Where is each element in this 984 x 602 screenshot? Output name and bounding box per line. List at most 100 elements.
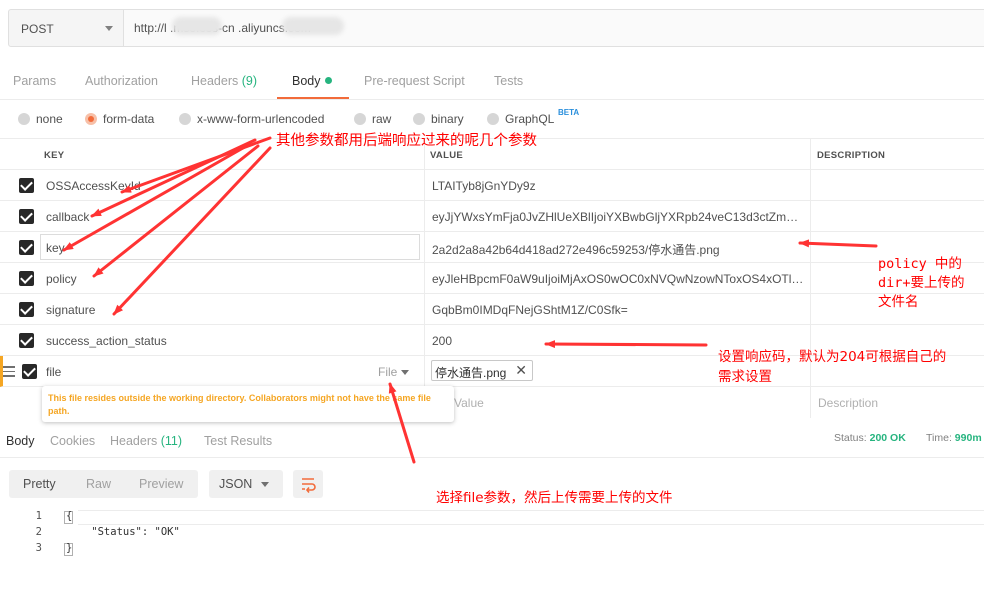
wrap-lines-button[interactable] <box>293 470 323 498</box>
resp-tab-headers[interactable]: Headers (11) <box>110 434 182 448</box>
annotation-policy-1: policy 中的 <box>878 256 962 272</box>
annotation-policy-2: dir+要上传的 <box>878 275 965 291</box>
radio-raw[interactable]: raw <box>354 112 391 126</box>
active-tab-indicator <box>277 97 349 99</box>
chevron-down-icon <box>261 482 269 487</box>
tab-headers[interactable]: Headers (9) <box>191 74 257 88</box>
code-line: } <box>66 542 73 554</box>
resp-tab-headers-label: Headers <box>110 434 158 448</box>
resp-tab-test-results[interactable]: Test Results <box>204 434 272 448</box>
radio-binary-label: binary <box>431 112 464 126</box>
row-key[interactable]: signature <box>46 303 95 317</box>
url-input[interactable]: http://l .ms3.oss-cn .aliyuncs.com <box>124 9 984 47</box>
row-value[interactable]: eyJleHBpcmF0aW9uIjoiMjAxOS0wOC0xNVQwNzow… <box>432 272 804 286</box>
value-placeholder[interactable]: Value <box>454 396 484 410</box>
time-value: 990m <box>954 432 982 444</box>
key-input-focused[interactable] <box>40 234 420 260</box>
checkbox-checked[interactable] <box>19 302 34 317</box>
column-description: DESCRIPTION <box>817 150 886 161</box>
row-value[interactable]: 2a2d2a8a42b64d418ad272e496c59253/停水通告.pn… <box>432 241 804 258</box>
radio-none[interactable]: none <box>18 112 63 126</box>
checkbox-checked[interactable] <box>19 209 34 224</box>
radio-binary[interactable]: binary <box>413 112 464 126</box>
view-pretty[interactable]: Pretty <box>23 477 56 491</box>
description-placeholder[interactable]: Description <box>818 396 878 410</box>
active-dot-icon <box>324 77 332 84</box>
tab-params[interactable]: Params <box>13 74 56 88</box>
radio-form-data[interactable]: form-data <box>85 112 154 126</box>
row-value[interactable]: eyJjYWxsYmFja0JvZHlUeXBlIjoiYXBwbGljYXRp… <box>432 210 804 224</box>
redaction-blur <box>282 17 344 35</box>
request-bar: POST http://l .ms3.oss-cn .aliyuncs.com <box>0 0 984 60</box>
annotation-top: 其他参数都用后端响应过来的呢几个参数 <box>276 133 537 149</box>
checkbox-checked[interactable] <box>22 364 37 379</box>
status-value: 200 OK <box>869 432 906 444</box>
checkbox-checked[interactable] <box>19 240 34 255</box>
code-line: { <box>66 510 73 522</box>
form-data-table: KEY VALUE DESCRIPTION OSSAccessKeyId LTA… <box>0 138 984 418</box>
time-label-text: Time: <box>926 432 952 444</box>
row-value[interactable]: LTAITyb8jGnYDy9z <box>432 179 804 193</box>
radio-icon <box>354 113 366 125</box>
resp-tab-headers-count: (11) <box>160 434 183 448</box>
response-code-view[interactable]: 1 { 2 "Status": "OK" 3 } <box>0 508 984 602</box>
column-divider <box>424 138 425 418</box>
format-select[interactable]: JSON <box>209 470 283 498</box>
annotation-status-2: 需求设置 <box>718 369 772 385</box>
line-number: 2 <box>35 526 42 538</box>
table-row: callback eyJjYWxsYmFja0JvZHlUeXBlIjoiYXB… <box>0 201 984 232</box>
tab-headers-label: Headers <box>191 74 239 88</box>
row-key[interactable]: key <box>46 241 65 255</box>
radio-urlencoded[interactable]: x-www-form-urlencoded <box>179 112 324 126</box>
method-select[interactable]: POST <box>8 9 124 47</box>
drag-handle-icon[interactable] <box>3 366 15 380</box>
annotation-file: 选择file参数，然后上传需要上传的文件 <box>436 490 673 506</box>
resp-tab-cookies[interactable]: Cookies <box>50 434 95 448</box>
row-value[interactable]: GqbBm0IMDqFNejGShtM1Z/C0Sfk= <box>432 303 804 317</box>
chevron-down-icon <box>401 370 409 375</box>
radio-icon <box>179 113 191 125</box>
wrap-lines-icon <box>302 478 316 493</box>
radio-raw-label: raw <box>372 112 392 126</box>
radio-icon <box>18 113 30 125</box>
active-line-highlight <box>78 510 984 525</box>
row-key[interactable]: success_action_status <box>46 334 167 348</box>
column-divider <box>810 138 811 418</box>
response-tabs: Body Cookies Headers (11) Test Results S… <box>0 422 984 458</box>
file-warning-tooltip: This file resides outside the working di… <box>42 386 454 422</box>
row-key[interactable]: callback <box>46 210 89 224</box>
row-key[interactable]: OSSAccessKeyId <box>46 179 141 193</box>
tab-body-label: Body <box>292 74 321 88</box>
table-row: OSSAccessKeyId LTAITyb8jGnYDy9z <box>0 170 984 201</box>
checkbox-checked[interactable] <box>19 271 34 286</box>
close-icon[interactable]: ✕ <box>515 362 527 379</box>
tab-authorization[interactable]: Authorization <box>85 74 158 88</box>
radio-graphql[interactable]: GraphQL <box>487 112 554 126</box>
time-label: Time: 990m <box>926 432 982 444</box>
line-number: 1 <box>35 510 42 522</box>
row-key[interactable]: file <box>46 365 61 379</box>
type-select[interactable]: File <box>378 365 397 379</box>
tab-tests[interactable]: Tests <box>494 74 523 88</box>
annotation-policy-3: 文件名 <box>878 294 919 310</box>
tab-body[interactable]: Body <box>292 74 332 88</box>
checkbox-checked[interactable] <box>19 333 34 348</box>
checkbox-checked[interactable] <box>19 178 34 193</box>
file-chip[interactable]: 停水通告.png ✕ <box>431 360 533 381</box>
method-label: POST <box>21 22 54 36</box>
chevron-down-icon <box>105 26 113 31</box>
resp-tab-body[interactable]: Body <box>6 434 35 448</box>
column-key: KEY <box>44 150 65 161</box>
tab-headers-count: (9) <box>241 74 258 88</box>
view-preview[interactable]: Preview <box>139 477 183 491</box>
line-number: 3 <box>35 542 42 554</box>
radio-urlencoded-label: x-www-form-urlencoded <box>197 112 325 126</box>
beta-badge: BETA <box>558 108 580 117</box>
tab-prerequest[interactable]: Pre-request Script <box>364 74 465 88</box>
row-key[interactable]: policy <box>46 272 77 286</box>
radio-icon <box>487 113 499 125</box>
format-label: JSON <box>219 477 253 491</box>
column-value: VALUE <box>430 150 463 161</box>
view-raw[interactable]: Raw <box>86 477 111 491</box>
view-mode-switch: Pretty Raw Preview <box>9 470 198 498</box>
